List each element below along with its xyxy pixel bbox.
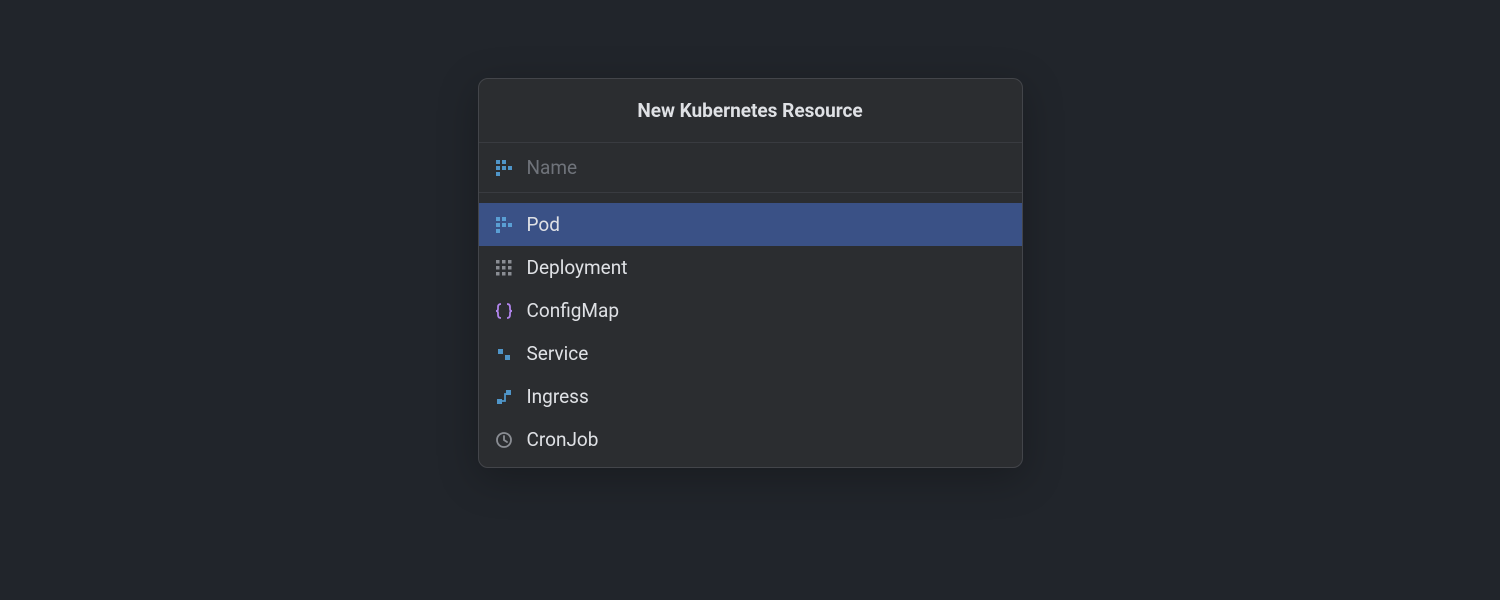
list-item-service[interactable]: Service bbox=[479, 332, 1022, 375]
new-resource-dialog: New Kubernetes Resource bbox=[478, 78, 1023, 468]
braces-icon bbox=[495, 302, 513, 320]
list-item-pod[interactable]: Pod bbox=[479, 203, 1022, 246]
list-item-label: Deployment bbox=[527, 256, 628, 279]
list-item-label: ConfigMap bbox=[527, 299, 620, 322]
dialog-header: New Kubernetes Resource bbox=[479, 79, 1022, 143]
grid-gray-icon bbox=[495, 259, 513, 277]
grid-blue-icon bbox=[495, 159, 513, 177]
list-item-label: Ingress bbox=[527, 385, 589, 408]
list-item-cronjob[interactable]: CronJob bbox=[479, 418, 1022, 461]
list-item-label: Pod bbox=[527, 213, 560, 236]
list-item-label: Service bbox=[527, 342, 589, 365]
service-icon bbox=[495, 345, 513, 363]
ingress-icon bbox=[495, 388, 513, 406]
list-item-deployment[interactable]: Deployment bbox=[479, 246, 1022, 289]
list-item-configmap[interactable]: ConfigMap bbox=[479, 289, 1022, 332]
clock-icon bbox=[495, 431, 513, 449]
name-input[interactable] bbox=[527, 156, 1006, 179]
input-row bbox=[479, 143, 1022, 193]
grid-blue-icon bbox=[495, 216, 513, 234]
list-item-ingress[interactable]: Ingress bbox=[479, 375, 1022, 418]
dialog-title: New Kubernetes Resource bbox=[495, 99, 1006, 122]
list-item-label: CronJob bbox=[527, 428, 599, 451]
resource-list: Pod Deployment bbox=[479, 193, 1022, 467]
